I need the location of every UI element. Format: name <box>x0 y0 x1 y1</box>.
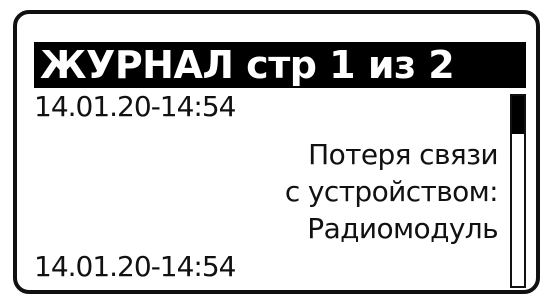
message-line: с устройством: <box>284 175 499 208</box>
page-title: ЖУРНАЛ стр 1 из 2 <box>40 43 455 87</box>
message-line: Потеря связи <box>308 138 498 171</box>
log-entry-timestamp: 14.01.20-14:54 <box>34 90 236 123</box>
log-entry-timestamp: 14.01.20-14:54 <box>34 250 236 283</box>
title-bar: ЖУРНАЛ стр 1 из 2 <box>34 42 526 88</box>
scrollbar-thumb[interactable] <box>512 96 524 134</box>
log-entry-message: Потеря связи с устройством: Радиомодуль <box>284 136 499 247</box>
message-line: Радиомодуль <box>307 212 498 245</box>
scrollbar[interactable] <box>510 94 526 288</box>
